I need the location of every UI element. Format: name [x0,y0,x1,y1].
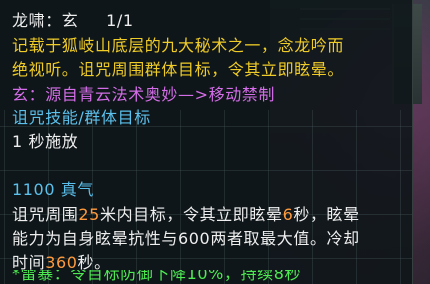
skill-type: 诅咒技能/群体目标 [12,108,151,127]
skill-title-row: 龙啸：玄 1/1 [12,10,134,32]
skill-level: 1/1 [106,11,134,30]
skill-description-line-2: 能力为自身眩晕抗性与600两者取最大值。冷却 [12,229,360,248]
partial-effect-row: *雷暴：令目标防御下降10%，持续8秒 [0,270,412,284]
skill-cost: 1100 真气 [12,180,95,199]
desc-range-value: 25 [78,205,100,224]
skill-lore-line-1: 记载于狐岐山底层的九大秘术之一，念龙吟而 [12,36,345,55]
skill-description-line-1: 诅咒周围25米内目标，令其立即眩晕6秒，眩晕 [12,204,360,226]
desc-text-1a: 诅咒周围 [12,205,79,224]
skill-tooltip: 龙啸：玄 1/1 记载于狐岐山底层的九大秘术之一，念龙吟而 绝视听。诅咒周围群体… [0,0,413,284]
skill-source: 玄：源自青云法术奥妙—>移动禁制 [12,85,276,104]
skill-partial-effect: *雷暴：令目标防御下降10%，持续8秒 [12,270,302,283]
desc-text-1b: 米内目标，令其立即眩晕 [99,205,283,224]
skill-lore-line-2: 绝视听。诅咒周围群体目标，令其立即眩晕。 [12,60,345,79]
skill-name: 龙啸：玄 [12,11,79,30]
game-scene: 龙啸：玄 1/1 记载于狐岐山底层的九大秘术之一，念龙吟而 绝视听。诅咒周围群体… [0,0,430,284]
desc-duration-value: 6 [282,205,294,224]
desc-text-1c: 秒，眩晕 [293,205,360,224]
skill-cast-time: 1 秒施放 [12,132,79,151]
